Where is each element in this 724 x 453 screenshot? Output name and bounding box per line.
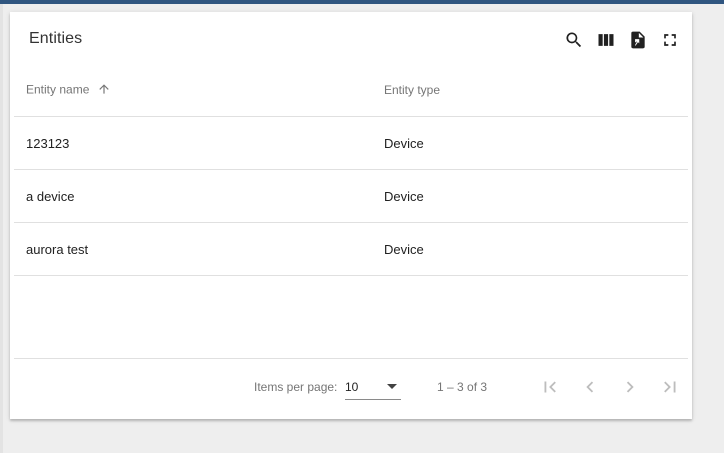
items-per-page-label: Items per page:	[254, 380, 338, 394]
entities-table: Entity name Entity type 123123 Device a …	[14, 64, 688, 276]
search-icon	[566, 32, 582, 48]
first-page-icon	[544, 381, 556, 393]
table-row[interactable]: a device Device	[14, 170, 688, 223]
column-header-label: Entity name	[26, 82, 90, 97]
table-row[interactable]: 123123 Device	[14, 117, 688, 170]
widget-toolbar	[562, 28, 682, 52]
last-page-icon	[664, 381, 676, 393]
search-button[interactable]	[562, 28, 586, 52]
chevron-down-icon	[387, 384, 397, 389]
entity-name-cell: a device	[26, 188, 75, 204]
entity-name-cell: aurora test	[26, 241, 89, 257]
entities-widget: Entities Entity name Entity type 123123	[10, 12, 692, 419]
export-button[interactable]	[626, 28, 650, 52]
next-page-button[interactable]	[616, 373, 644, 401]
sort-ascending-icon	[97, 82, 111, 99]
next-page-icon	[626, 381, 634, 393]
entity-name-cell: 123123	[26, 135, 70, 151]
last-page-button[interactable]	[656, 373, 684, 401]
entity-type-cell: Device	[384, 135, 424, 151]
fullscreen-button[interactable]	[658, 28, 682, 52]
column-header-entity-type[interactable]: Entity type	[384, 83, 440, 97]
columns-icon	[598, 34, 614, 46]
first-page-button[interactable]	[536, 373, 564, 401]
top-app-bar	[0, 0, 724, 4]
fullscreen-icon	[664, 34, 676, 46]
entity-type-cell: Device	[384, 188, 424, 204]
widget-title: Entities	[29, 30, 83, 47]
columns-button[interactable]	[594, 28, 618, 52]
items-per-page-value: 10	[345, 380, 359, 394]
column-header-entity-name[interactable]: Entity name	[26, 82, 111, 99]
page-range-label: 1 – 3 of 3	[437, 380, 488, 394]
export-file-icon	[631, 31, 645, 49]
paginator: Items per page: 10 1 – 3 of 3	[14, 358, 688, 415]
items-per-page-select[interactable]: 10	[345, 373, 401, 400]
previous-page-icon	[586, 381, 594, 393]
table-header-row: Entity name Entity type	[14, 64, 688, 117]
sidebar-edge	[0, 4, 3, 453]
entity-type-cell: Device	[384, 241, 424, 257]
table-row[interactable]: aurora test Device	[14, 223, 688, 276]
previous-page-button[interactable]	[576, 373, 604, 401]
